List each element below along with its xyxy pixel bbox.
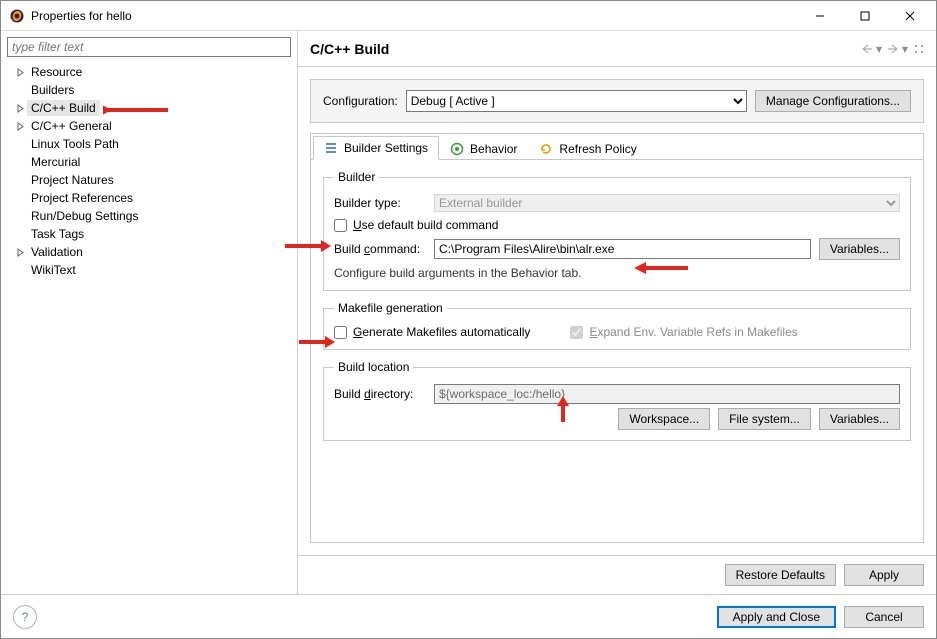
build-dir-filesystem-button[interactable]: File system...	[718, 408, 811, 430]
navigation-pane: Resource Builders C/C++ Build C/C++ General…	[1, 31, 297, 594]
tree-item-label: Run/Debug Settings	[27, 208, 142, 224]
tabstrip: Builder Settings Behavior Refresh Policy	[311, 134, 923, 160]
maximize-button[interactable]	[842, 1, 887, 30]
expand-icon	[13, 227, 27, 241]
tab-refresh-policy[interactable]: Refresh Policy	[528, 136, 647, 160]
expand-icon[interactable]	[13, 65, 27, 79]
page-header: C/C++ Build ▾ ▾	[298, 31, 936, 67]
tree-item-label: C/C++ General	[27, 118, 116, 134]
minimize-button[interactable]	[797, 1, 842, 30]
makefile-legend: Makefile generation	[334, 301, 447, 315]
page-title: C/C++ Build	[310, 41, 862, 57]
close-button[interactable]	[887, 1, 932, 30]
build-dir-workspace-button[interactable]: Workspace...	[618, 408, 710, 430]
tree-item-label: WikiText	[27, 262, 80, 278]
generate-makefiles-checkbox[interactable]	[334, 326, 347, 339]
property-page: C/C++ Build ▾ ▾ Configuration: Debug [ A…	[297, 31, 936, 594]
expand-icon	[13, 83, 27, 97]
expand-env-refs-checkbox	[570, 326, 583, 339]
properties-dialog: Properties for hello Resource Builders C/C…	[0, 0, 937, 639]
tree-item-linux-tools-path[interactable]: Linux Tools Path	[7, 135, 291, 153]
build-dir-variables-button[interactable]: Variables...	[819, 408, 900, 430]
tree-item-label: Builders	[27, 82, 78, 98]
tab-behavior[interactable]: Behavior	[439, 136, 528, 160]
page-nav-icons: ▾ ▾	[862, 42, 924, 56]
tree-item-label: Project Natures	[27, 172, 118, 188]
makefile-group: Makefile generation Generate Makefiles a…	[323, 301, 911, 350]
use-default-build-command-checkbox[interactable]	[334, 219, 347, 232]
expand-icon	[13, 155, 27, 169]
tab-body: Builder Builder type: External builder	[311, 160, 923, 542]
build-command-input[interactable]	[434, 239, 811, 259]
tree-item-builders[interactable]: Builders	[7, 81, 291, 99]
build-command-label: Build command:	[334, 242, 426, 256]
back-icon[interactable]: ▾	[862, 42, 882, 56]
expand-icon	[13, 137, 27, 151]
build-location-group: Build location Build directory: Workspac…	[323, 360, 911, 441]
configuration-row: Configuration: Debug [ Active ] Manage C…	[310, 79, 924, 123]
expand-icon	[13, 191, 27, 205]
restore-defaults-button[interactable]: Restore Defaults	[725, 564, 836, 586]
target-icon	[450, 142, 464, 156]
configuration-label: Configuration:	[323, 94, 398, 108]
titlebar: Properties for hello	[1, 1, 936, 31]
page-button-bar: Restore Defaults Apply	[298, 555, 936, 594]
tree-item-resource[interactable]: Resource	[7, 63, 291, 81]
cancel-button[interactable]: Cancel	[844, 606, 924, 628]
tree-item-c-c-build[interactable]: C/C++ Build	[7, 99, 291, 117]
tree-item-project-references[interactable]: Project References	[7, 189, 291, 207]
behavior-note: Configure build arguments in the Behavio…	[334, 266, 581, 280]
tab-container: Builder Settings Behavior Refresh Policy	[310, 133, 924, 543]
build-directory-input[interactable]	[434, 384, 900, 404]
manage-configurations-button[interactable]: Manage Configurations...	[755, 90, 911, 112]
tree-item-label: Resource	[27, 64, 86, 80]
tree-item-project-natures[interactable]: Project Natures	[7, 171, 291, 189]
builder-group: Builder Builder type: External builder	[323, 170, 911, 291]
refresh-icon	[539, 142, 553, 156]
tree-item-validation[interactable]: Validation	[7, 243, 291, 261]
apply-button[interactable]: Apply	[844, 564, 924, 586]
builder-legend: Builder	[334, 170, 379, 184]
tree-item-task-tags[interactable]: Task Tags	[7, 225, 291, 243]
help-button[interactable]: ?	[13, 605, 37, 629]
expand-icon[interactable]	[13, 119, 27, 133]
dialog-footer: ? Apply and Close Cancel	[1, 594, 936, 638]
configuration-select[interactable]: Debug [ Active ]	[406, 90, 747, 112]
tree-item-label: Task Tags	[27, 226, 88, 242]
tree-item-label: Linux Tools Path	[27, 136, 123, 152]
tree-item-label: Project References	[27, 190, 137, 206]
builder-type-select: External builder	[434, 194, 900, 212]
apply-and-close-button[interactable]: Apply and Close	[717, 606, 836, 628]
tree-item-label: Mercurial	[27, 154, 84, 170]
tab-builder-settings[interactable]: Builder Settings	[313, 136, 439, 160]
eclipse-icon	[9, 8, 25, 24]
build-command-variables-button[interactable]: Variables...	[819, 238, 900, 260]
tree-item-c-c-general[interactable]: C/C++ General	[7, 117, 291, 135]
tree-item-label: Validation	[27, 244, 87, 260]
expand-icon[interactable]	[13, 101, 27, 115]
tree-item-mercurial[interactable]: Mercurial	[7, 153, 291, 171]
window-buttons	[797, 1, 932, 30]
expand-icon	[13, 209, 27, 223]
tree-item-label: C/C++ Build	[27, 100, 100, 116]
expand-env-refs-label: Expand Env. Variable Refs in Makefiles	[589, 325, 797, 339]
tree-item-wikitext[interactable]: WikiText	[7, 261, 291, 279]
list-icon	[324, 141, 338, 155]
menu-icon[interactable]	[914, 42, 924, 56]
tree-item-run-debug-settings[interactable]: Run/Debug Settings	[7, 207, 291, 225]
expand-icon	[13, 263, 27, 277]
window-title: Properties for hello	[31, 9, 797, 23]
forward-icon[interactable]: ▾	[888, 42, 908, 56]
builder-type-label: Builder type:	[334, 196, 426, 210]
expand-icon	[13, 173, 27, 187]
use-default-build-command-label[interactable]: Use default build command	[353, 218, 498, 232]
build-location-legend: Build location	[334, 360, 413, 374]
generate-makefiles-label[interactable]: Generate Makefiles automatically	[353, 325, 530, 339]
property-tree: Resource Builders C/C++ Build C/C++ General…	[7, 63, 291, 279]
expand-icon[interactable]	[13, 245, 27, 259]
filter-input[interactable]	[7, 37, 291, 57]
build-directory-label: Build directory:	[334, 387, 426, 401]
